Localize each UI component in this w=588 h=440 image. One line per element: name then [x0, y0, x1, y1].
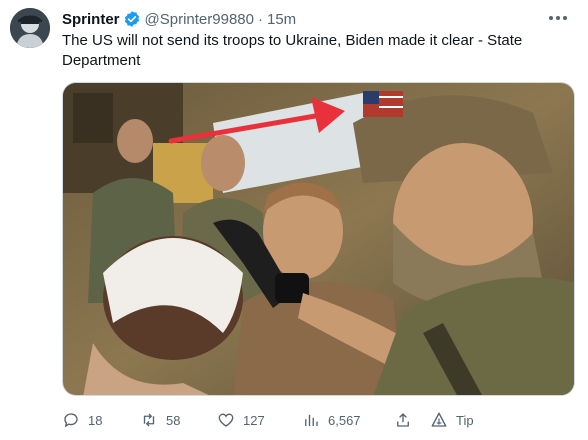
reply-button[interactable]: 18 [62, 411, 140, 429]
user-handle[interactable]: @Sprinter99880 [145, 11, 254, 28]
avatar[interactable] [10, 8, 50, 48]
retweet-icon [143, 413, 155, 427]
display-name[interactable]: Sprinter [62, 11, 120, 28]
heart-icon [218, 413, 234, 427]
tweet[interactable]: Sprinter @Sprinter99880 · 15m The US wil… [0, 0, 588, 440]
tweet-header: Sprinter @Sprinter99880 · 15m [62, 9, 296, 29]
tip-icon [431, 412, 447, 427]
like-count: 127 [243, 412, 265, 428]
tweet-image[interactable] [62, 82, 575, 396]
timestamp[interactable]: 15m [267, 11, 296, 28]
tweet-actions: 18 58 127 6,567 Tip [62, 406, 532, 434]
separator-dot: · [257, 10, 263, 28]
more-options-icon[interactable] [546, 8, 570, 28]
verified-badge-icon [123, 10, 141, 28]
tweet-text: The US will not send its troops to Ukrai… [62, 32, 523, 69]
views-icon [305, 414, 318, 426]
reply-icon [64, 413, 78, 428]
share-icon [397, 413, 409, 427]
reply-count: 18 [88, 412, 103, 428]
retweet-count: 58 [166, 412, 181, 428]
tip-button[interactable]: Tip [430, 411, 490, 429]
tip-label: Tip [456, 412, 474, 428]
retweet-button[interactable]: 58 [140, 411, 217, 429]
like-button[interactable]: 127 [217, 411, 302, 429]
views-count: 6,567 [328, 412, 361, 428]
share-button[interactable] [394, 411, 430, 429]
views-button[interactable]: 6,567 [302, 411, 394, 429]
